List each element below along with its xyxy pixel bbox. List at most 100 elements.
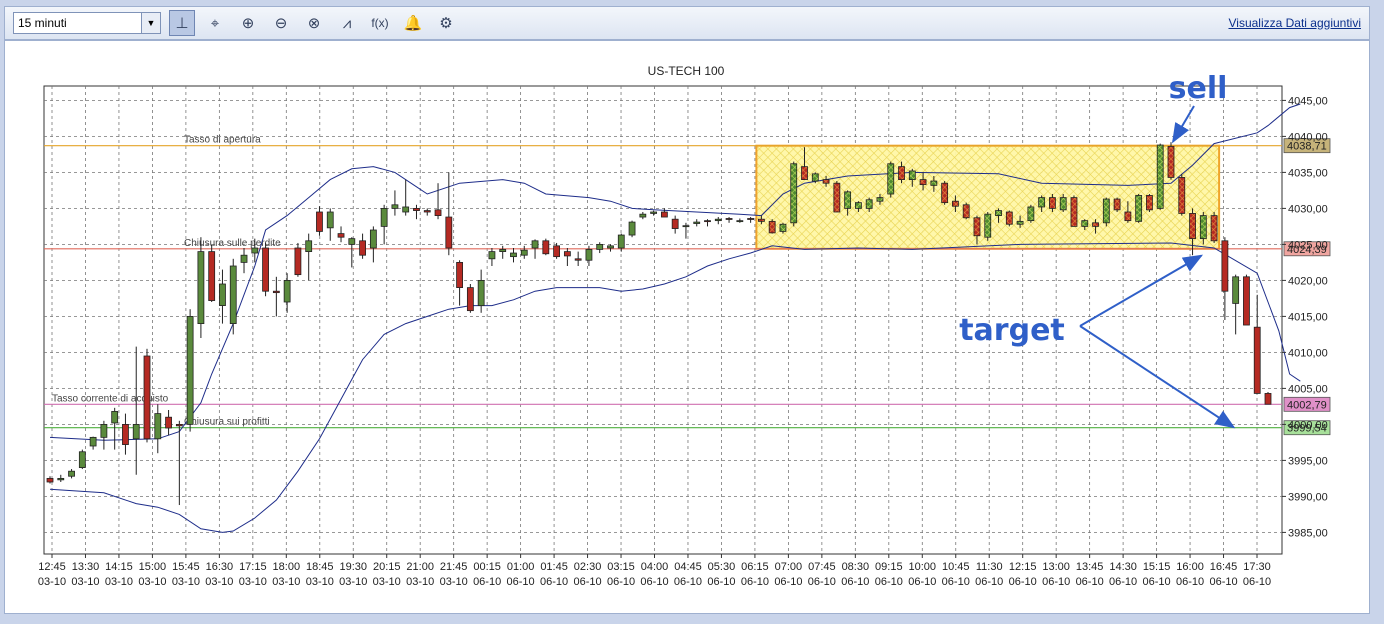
candle-up xyxy=(186,315,194,425)
x-tick-label-date: 06-10 xyxy=(841,576,869,588)
candle-up xyxy=(531,240,539,249)
candle-down xyxy=(413,207,420,211)
x-tick-label-date: 03-10 xyxy=(373,576,401,588)
candle-up xyxy=(229,265,237,324)
candle-down xyxy=(1167,146,1175,178)
x-tick-label-date: 06-10 xyxy=(707,576,735,588)
candle-up xyxy=(908,170,916,181)
x-tick-label-date: 03-10 xyxy=(339,576,367,588)
x-tick-label-date: 03-10 xyxy=(306,576,334,588)
x-tick-label-time: 12:45 xyxy=(38,561,66,573)
candle-up xyxy=(57,477,65,481)
candle-down xyxy=(725,218,733,220)
candle-down xyxy=(962,204,970,219)
y-tick-label: 4020,00 xyxy=(1288,275,1328,287)
x-tick-label-date: 06-10 xyxy=(741,576,769,588)
candle-up xyxy=(628,221,636,236)
candle-down xyxy=(833,182,841,213)
candle-down xyxy=(337,233,345,238)
candle-down xyxy=(1113,198,1121,211)
x-tick-label-time: 06:15 xyxy=(741,561,769,573)
x-tick-label-time: 16:00 xyxy=(1176,561,1204,573)
candle-down xyxy=(1178,177,1186,214)
candle-down xyxy=(1049,197,1056,209)
candle-down xyxy=(122,423,129,445)
candle-up xyxy=(1232,276,1240,304)
candle-up xyxy=(1199,215,1207,240)
candle-up xyxy=(240,254,248,263)
x-tick-label-date: 06-10 xyxy=(573,576,601,588)
candle-up xyxy=(887,163,895,195)
candle-up xyxy=(876,197,884,202)
x-tick-label-time: 15:15 xyxy=(1143,561,1171,573)
candle-down xyxy=(941,182,949,204)
candle-up xyxy=(132,423,140,440)
x-tick-label-time: 18:00 xyxy=(273,561,301,573)
x-tick-label-date: 03-10 xyxy=(205,576,233,588)
candle-up xyxy=(1027,206,1035,222)
candle-up xyxy=(499,249,507,253)
x-tick-label-date: 06-10 xyxy=(1143,576,1171,588)
x-tick-label-time: 17:15 xyxy=(239,561,267,573)
candlestick-chart: US-TECH 100 Tasso di apertura4038,71Chiu… xyxy=(38,64,1331,588)
candle-up xyxy=(1059,197,1067,211)
candle-up xyxy=(650,211,658,214)
x-tick-label-date: 06-10 xyxy=(540,576,568,588)
x-tick-label-date: 06-10 xyxy=(875,576,903,588)
candle-up xyxy=(111,411,119,424)
candle-up xyxy=(844,191,852,209)
candle-up xyxy=(154,413,162,440)
candle-up xyxy=(714,218,722,222)
level-label: Chiusura sulle perdite xyxy=(184,238,281,249)
candle-up xyxy=(520,249,528,256)
candle-down xyxy=(1221,240,1229,292)
candle-up xyxy=(488,251,496,260)
y-tick-label: 4040,00 xyxy=(1288,131,1328,143)
candle-up xyxy=(1016,220,1024,225)
candle-up xyxy=(305,240,313,253)
level-label: Tasso corrente di acquisto xyxy=(52,393,169,404)
candle-down xyxy=(1189,213,1196,240)
x-tick-label-time: 16:45 xyxy=(1210,561,1238,573)
candle-up xyxy=(1135,195,1143,222)
x-tick-label-time: 00:15 xyxy=(473,561,501,573)
x-tick-label-time: 13:30 xyxy=(72,561,100,573)
candle-down xyxy=(1264,393,1272,405)
x-tick-label-date: 06-10 xyxy=(774,576,802,588)
y-tick-label: 3995,00 xyxy=(1288,455,1328,467)
x-tick-label-time: 21:00 xyxy=(406,561,434,573)
candle-up xyxy=(251,247,259,254)
target-annotation: target xyxy=(959,313,1065,348)
x-tick-label-time: 03:15 xyxy=(607,561,635,573)
x-tick-label-date: 06-10 xyxy=(1176,576,1204,588)
x-tick-label-time: 15:00 xyxy=(139,561,167,573)
candle-down xyxy=(1253,326,1261,394)
x-tick-label-date: 03-10 xyxy=(406,576,434,588)
candle-down xyxy=(466,287,474,312)
candle-down xyxy=(1005,211,1013,225)
candle-down xyxy=(165,416,172,429)
x-tick-label-date: 06-10 xyxy=(975,576,1003,588)
candle-down xyxy=(553,245,561,258)
x-tick-label-time: 08:30 xyxy=(842,561,870,573)
x-tick-label-date: 06-10 xyxy=(607,576,635,588)
candle-down xyxy=(671,218,679,229)
candle-down xyxy=(1092,222,1099,227)
candle-down xyxy=(952,200,959,207)
candle-up xyxy=(197,251,205,325)
candle-up xyxy=(1038,197,1046,208)
candle-up xyxy=(596,243,604,250)
y-tick-label: 4045,00 xyxy=(1288,95,1328,107)
x-tick-label-time: 05:30 xyxy=(708,561,736,573)
candle-down xyxy=(175,423,183,427)
x-tick-label-date: 06-10 xyxy=(1243,576,1271,588)
candle-down xyxy=(456,261,463,288)
y-tick-label: 4000,00 xyxy=(1288,419,1328,431)
candle-up xyxy=(369,229,377,249)
y-tick-label: 4015,00 xyxy=(1288,311,1328,323)
candle-down xyxy=(704,220,711,223)
candle-up xyxy=(510,252,517,258)
x-tick-label-date: 06-10 xyxy=(808,576,836,588)
candle-up xyxy=(617,234,625,249)
candle-down xyxy=(574,258,582,261)
